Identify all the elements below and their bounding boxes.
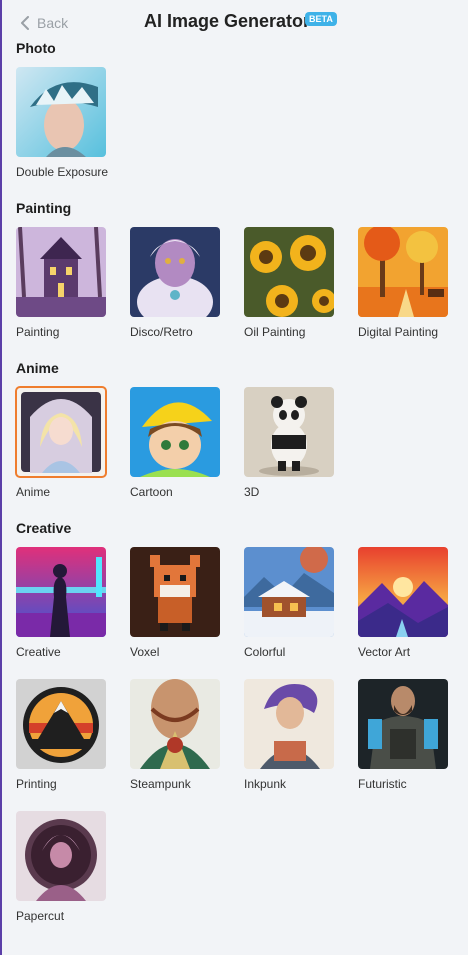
style-label: Disco/Retro: [130, 325, 193, 339]
style-label: Vector Art: [358, 645, 411, 659]
back-label: Back: [37, 15, 69, 31]
style-tile-double-exposure[interactable]: Double Exposure: [16, 67, 108, 179]
style-thumbnail: [130, 547, 220, 637]
style-thumbnail: [358, 679, 448, 769]
style-tile-vector-art[interactable]: Vector Art: [358, 547, 450, 659]
style-tile-inkpunk[interactable]: Inkpunk: [244, 679, 336, 791]
style-tile-futuristic[interactable]: Futuristic: [358, 679, 450, 791]
style-label: Voxel: [130, 645, 160, 659]
beta-badge: BETA: [305, 12, 337, 26]
style-tile-creative[interactable]: Creative: [16, 547, 108, 659]
style-label: Painting: [16, 325, 60, 339]
style-thumbnail: [16, 547, 106, 637]
style-thumbnail: [358, 547, 448, 637]
section-title-painting: Painting: [16, 200, 72, 216]
style-label: Inkpunk: [244, 777, 287, 791]
style-label: Papercut: [16, 909, 65, 923]
style-label: Anime: [16, 485, 51, 499]
section-title-anime: Anime: [16, 360, 59, 376]
style-thumbnail: [16, 811, 106, 901]
back-button[interactable]: Back: [20, 15, 68, 31]
style-tile-cartoon[interactable]: Cartoon: [130, 387, 222, 499]
style-label: Cartoon: [130, 485, 173, 499]
style-tile-disco-retro[interactable]: Disco/Retro: [130, 227, 222, 339]
style-tile-painting[interactable]: Painting: [16, 227, 108, 339]
style-thumbnail: [16, 679, 106, 769]
style-label: Steampunk: [130, 777, 191, 791]
style-thumbnail: [358, 227, 448, 317]
style-thumbnail: [16, 227, 106, 317]
style-thumbnail: [16, 67, 106, 157]
style-tile-printing[interactable]: Printing: [16, 679, 108, 791]
section-title-photo: Photo: [16, 40, 56, 56]
style-thumbnail: [244, 547, 334, 637]
style-thumbnail: [244, 227, 334, 317]
style-thumbnail-selected: [15, 386, 107, 478]
style-tile-digital-painting[interactable]: Digital Painting: [358, 227, 450, 339]
style-tile-voxel[interactable]: Voxel: [130, 547, 222, 659]
style-thumbnail: [130, 227, 220, 317]
style-thumbnail: [244, 679, 334, 769]
style-label: Double Exposure: [16, 165, 109, 179]
style-tile-3d[interactable]: 3D: [244, 387, 336, 499]
style-label: Futuristic: [358, 777, 407, 791]
window-left-border: [0, 0, 2, 955]
style-tile-papercut[interactable]: Papercut: [16, 811, 108, 923]
style-label: Creative: [16, 645, 61, 659]
style-thumbnail: [130, 387, 220, 477]
style-label: Colorful: [244, 645, 286, 659]
style-label: Printing: [16, 777, 57, 791]
style-label: 3D: [244, 485, 260, 499]
chevron-left-icon: [21, 16, 29, 30]
style-thumbnail: [244, 387, 334, 477]
section-title-creative: Creative: [16, 520, 72, 536]
style-label: Digital Painting: [358, 325, 439, 339]
header: Back AI Image Generator BETA: [0, 0, 468, 40]
style-tile-steampunk[interactable]: Steampunk: [130, 679, 222, 791]
style-label: Oil Painting: [244, 325, 306, 339]
style-tile-anime[interactable]: Anime: [15, 386, 108, 499]
page-title: AI Image Generator: [144, 11, 311, 31]
style-tile-colorful[interactable]: Colorful: [244, 547, 336, 659]
style-thumbnail: [130, 679, 220, 769]
style-tile-oil-painting[interactable]: Oil Painting: [244, 227, 336, 339]
